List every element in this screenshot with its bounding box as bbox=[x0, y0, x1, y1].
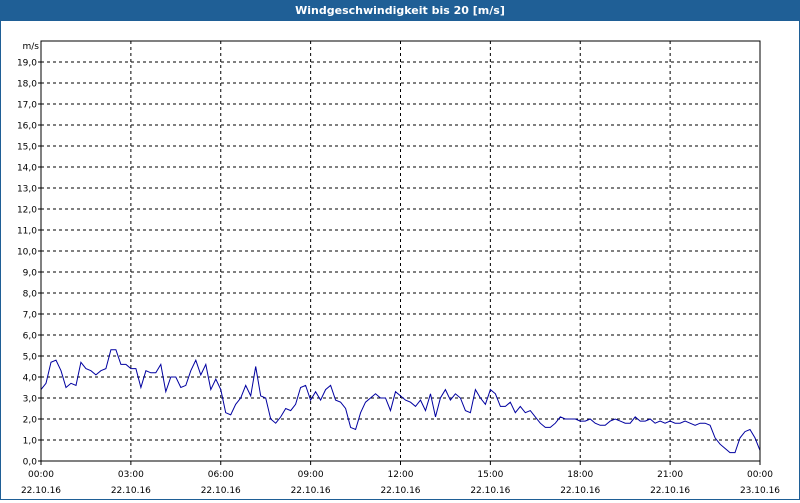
y-tick-label: 18,0 bbox=[17, 80, 37, 90]
x-tick-time-label: 09:00 bbox=[298, 470, 324, 480]
wind-speed-chart: m/s 0,0 1,0 2,0 3,0 4,0 5,0 6,0 7,0 8,0 9,0 10,0 11… bbox=[17, 40, 780, 496]
x-tick-time-label: 21:00 bbox=[657, 470, 683, 480]
y-tick-label: 2,0 bbox=[23, 416, 38, 426]
y-tick-label: 17,0 bbox=[17, 101, 37, 111]
x-tick-date-label: 22.10.16 bbox=[21, 486, 61, 496]
x-tick-date-label: 22.10.16 bbox=[470, 486, 510, 496]
x-tick-time-label: 18:00 bbox=[567, 470, 593, 480]
x-tick-date-label: 23.10.16 bbox=[740, 486, 780, 496]
y-tick-label: 6,0 bbox=[23, 332, 38, 342]
x-tick-time-label: 03:00 bbox=[118, 470, 144, 480]
window-title: Windgeschwindigkeit bis 20 [m/s] bbox=[1, 1, 799, 21]
y-tick-label: 1,0 bbox=[23, 437, 38, 447]
y-tick-label: 7,0 bbox=[23, 311, 38, 321]
y-tick-label: 13,0 bbox=[17, 185, 37, 195]
y-tick-label: 16,0 bbox=[17, 122, 37, 132]
y-tick-label: 11,0 bbox=[17, 227, 37, 237]
y-axis-ticks: 0,0 1,0 2,0 3,0 4,0 5,0 6,0 7,0 8,0 9,0 10,0 11,0 12… bbox=[17, 59, 41, 468]
chart-window: Windgeschwindigkeit bis 20 [m/s] m/s 0,0… bbox=[0, 0, 800, 500]
x-tick-date-label: 22.10.16 bbox=[650, 486, 690, 496]
x-tick-date-label: 22.10.16 bbox=[111, 486, 151, 496]
x-tick-time-label: 00:00 bbox=[28, 470, 54, 480]
y-tick-label: 8,0 bbox=[23, 290, 38, 300]
x-tick-time-label: 00:00 bbox=[747, 470, 773, 480]
x-tick-date-label: 22.10.16 bbox=[291, 486, 331, 496]
y-tick-label: 3,0 bbox=[23, 395, 38, 405]
y-tick-label: 5,0 bbox=[23, 353, 38, 363]
x-axis-ticks: 00:00 22.10.16 03:00 22.10.16 06:00 22.10.16 0… bbox=[21, 461, 780, 496]
y-tick-label: 4,0 bbox=[23, 374, 38, 384]
grid-lines bbox=[41, 41, 760, 461]
x-tick-time-label: 15:00 bbox=[477, 470, 503, 480]
y-axis-label: m/s bbox=[23, 42, 40, 52]
y-tick-label: 12,0 bbox=[17, 206, 37, 216]
x-tick-time-label: 06:00 bbox=[208, 470, 234, 480]
x-tick-date-label: 22.10.16 bbox=[201, 486, 241, 496]
chart-area: m/s 0,0 1,0 2,0 3,0 4,0 5,0 6,0 7,0 8,0 9,0 10,0 11… bbox=[1, 22, 799, 499]
x-tick-date-label: 22.10.16 bbox=[380, 486, 420, 496]
x-tick-time-label: 12:00 bbox=[388, 470, 414, 480]
x-tick-date-label: 22.10.16 bbox=[560, 486, 600, 496]
y-tick-label: 19,0 bbox=[17, 59, 37, 69]
y-tick-label: 10,0 bbox=[17, 248, 37, 258]
y-tick-label: 15,0 bbox=[17, 143, 37, 153]
y-tick-label: 9,0 bbox=[23, 269, 38, 279]
y-tick-label: 0,0 bbox=[23, 458, 38, 468]
y-tick-label: 14,0 bbox=[17, 164, 37, 174]
